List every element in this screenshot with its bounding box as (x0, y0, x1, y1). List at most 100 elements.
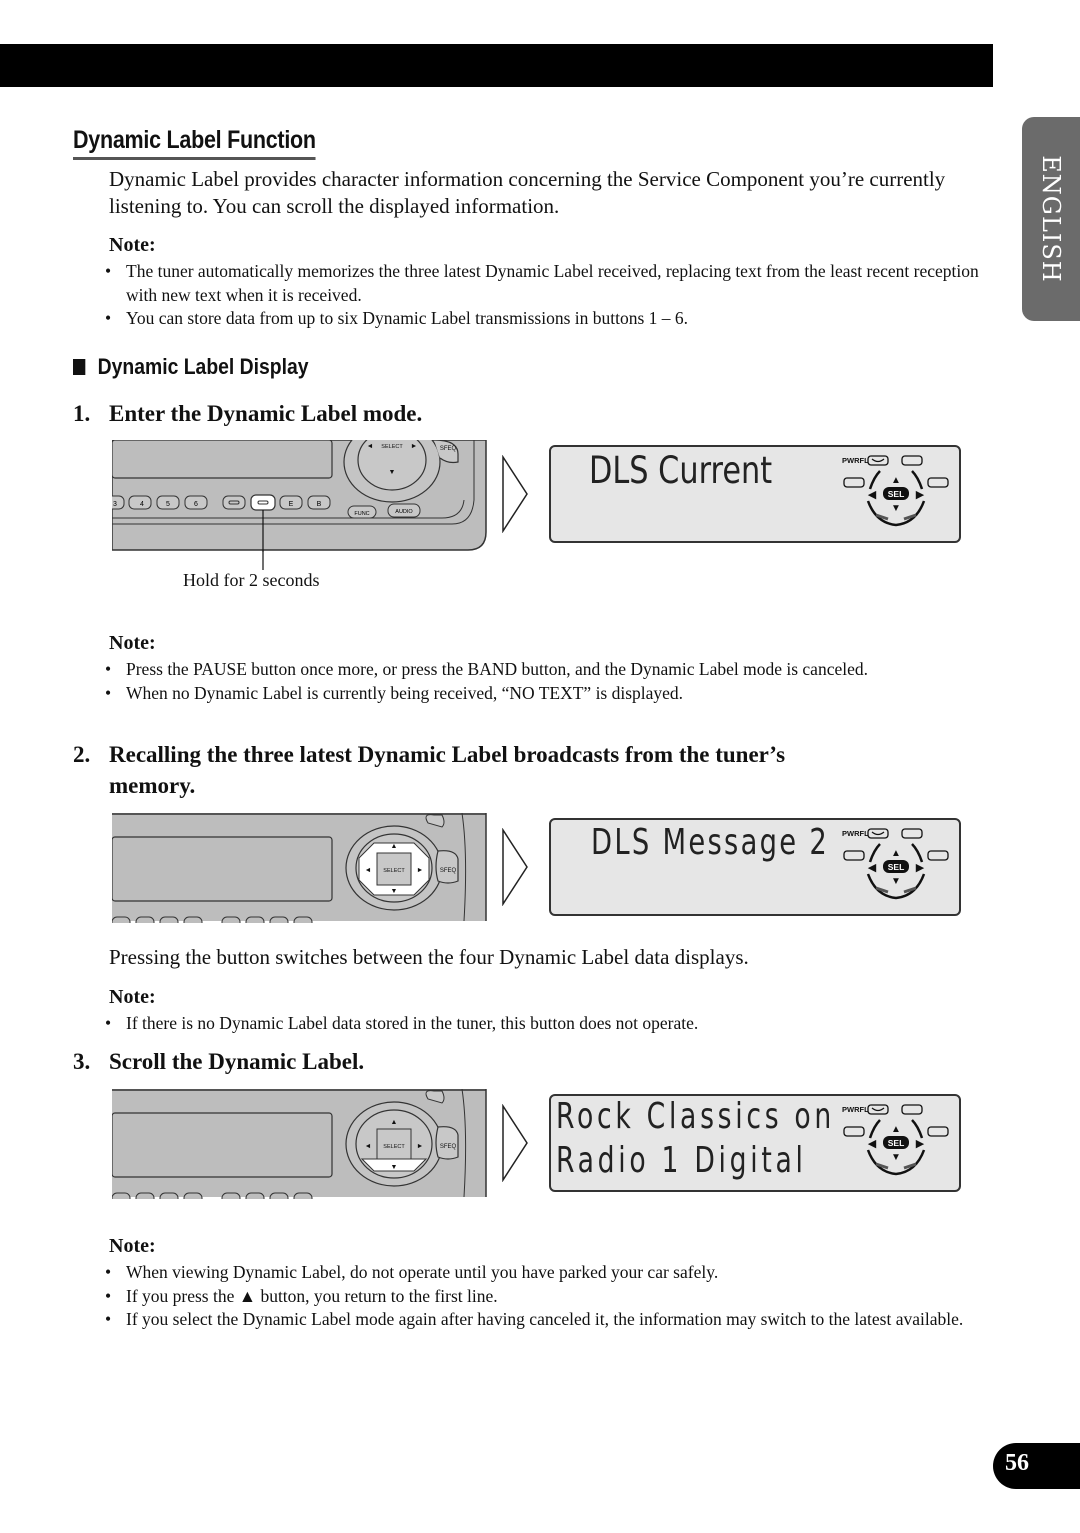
select-label: SELECT (381, 444, 403, 450)
subsection-title: Dynamic Label Display (73, 354, 309, 380)
header-bar (0, 44, 993, 87)
indicator-segment (927, 850, 949, 861)
indicator-segment (843, 477, 865, 488)
select-label: SELECT (383, 868, 405, 874)
language-tab-label: ENGLISH (1037, 155, 1065, 283)
note-block-1: Note: The tuner automatically memorizes … (105, 234, 979, 331)
pwrfl-indicator (867, 455, 889, 466)
down-arrow-icon: ▼ (391, 888, 398, 895)
e-label: E (289, 501, 294, 508)
note-title: Note: (109, 986, 156, 1008)
note-title: Note: (109, 632, 156, 654)
left-arrow-icon: ◄ (365, 867, 372, 874)
indicator-segment (927, 477, 949, 488)
step-text: Enter the Dynamic Label mode. (109, 401, 423, 426)
step-number: 2. (73, 742, 91, 767)
arrow-right-icon (502, 455, 528, 533)
pwrfl-label: PWRFL (842, 456, 869, 465)
sel-label: SEL (888, 489, 905, 499)
sel-label: SEL (888, 1138, 905, 1148)
select-dial[interactable]: SELECT ▲ ◄ ► ▼ (345, 1101, 443, 1187)
note-item: The tuner automatically memorizes the th… (104, 260, 979, 307)
callout-line-ext (262, 550, 264, 570)
intro-paragraph: Dynamic Label provides character informa… (109, 167, 946, 218)
sfeq-label: SFEQ (440, 1144, 457, 1150)
step-1-title: 1. Enter the Dynamic Label mode. (73, 398, 422, 429)
note-item: If you select the Dynamic Label mode aga… (104, 1308, 979, 1332)
note-item: Press the PAUSE button once more, or pre… (104, 658, 979, 682)
head-unit-illustration-2: SELECT ▲ ◄ ► ▼ SFEQ (112, 813, 487, 923)
down-indicator-icon: ▼ (891, 1152, 901, 1163)
lcd-indicators-2: PWRFL ▲ ◀ ▶ SEL ▼ (842, 822, 952, 907)
func-label: FUNC (354, 511, 369, 517)
page-number-badge: 56 (993, 1443, 1080, 1489)
indicator-segment (901, 455, 923, 466)
note-block-3: Note: If there is no Dynamic Label data … (105, 986, 979, 1036)
indicator-segment (927, 1126, 949, 1137)
left-arrow-icon: ◄ (365, 1143, 372, 1150)
preset-label: 5 (166, 501, 170, 508)
right-arrow-icon: ► (417, 867, 424, 874)
square-bullet-icon (73, 359, 86, 375)
down-indicator-icon: ▼ (891, 503, 901, 514)
sfeq-label: SFEQ (440, 446, 457, 452)
pwrfl-indicator (867, 1104, 889, 1115)
pwrfl-label: PWRFL (842, 829, 869, 838)
note-block-2: Note: Press the PAUSE button once more, … (105, 632, 979, 705)
language-tab: ENGLISH (1022, 117, 1080, 321)
note-item: If you press the ▲ button, you return to… (104, 1285, 979, 1309)
note-title: Note: (109, 234, 156, 256)
pwrfl-indicator (867, 828, 889, 839)
b-label: B (317, 501, 322, 508)
sfeq-button[interactable] (435, 1126, 459, 1160)
step-number: 3. (73, 1049, 91, 1074)
step-text: Recalling the three latest Dynamic Label… (109, 742, 786, 767)
down-arrow-icon: ▼ (389, 469, 396, 476)
lcd-indicators-3: PWRFL ▲ ◀ ▶ SEL ▼ (842, 1098, 952, 1183)
up-arrow-icon: ▲ (391, 843, 398, 850)
arrow-right-icon (502, 828, 528, 906)
select-dial[interactable]: SELECT ▲ ◄ ► ▼ (345, 825, 443, 911)
indicator-segment (901, 828, 923, 839)
lcd-indicators-1: PWRFL ▲ ◀ ▶ SEL ▼ (842, 449, 952, 534)
right-indicator-icon: ▶ (916, 1138, 925, 1150)
left-arrow-icon: ◄ (367, 443, 374, 450)
left-indicator-icon: ◀ (868, 1138, 877, 1150)
lcd-indicator-cluster: PWRFL ▲ ◀ ▶ SEL ▼ (842, 455, 949, 527)
lcd-line: DLS Message 2 (591, 822, 830, 863)
up-indicator-icon: ▲ (891, 848, 901, 859)
note-item: When viewing Dynamic Label, do not opera… (104, 1261, 979, 1285)
step-number: 1. (73, 401, 91, 426)
right-indicator-icon: ▶ (916, 489, 925, 501)
head-unit-illustration-1: SELECT ◄ ► ▼ SFEQ 3 4 5 6 E B FUNC AUDIO (112, 440, 487, 552)
step-text-cont: memory. (109, 773, 196, 798)
step-text: Scroll the Dynamic Label. (109, 1049, 365, 1074)
indicator-segment (901, 1104, 923, 1115)
minus-button[interactable] (222, 495, 246, 510)
note-item: If there is no Dynamic Label data stored… (104, 1012, 979, 1036)
lcd-line-1: Rock Classics on (556, 1096, 836, 1137)
step-2-paragraph: Pressing the button switches between the… (109, 945, 749, 969)
up-arrow-icon: ▲ (391, 1119, 398, 1126)
indicator-segment (843, 1126, 865, 1137)
pwrfl-label: PWRFL (842, 1105, 869, 1114)
sel-label: SEL (888, 862, 905, 872)
step-3-title: 3. Scroll the Dynamic Label. (73, 1046, 364, 1077)
down-indicator-icon: ▼ (891, 876, 901, 887)
sfeq-button[interactable] (435, 850, 459, 884)
note-item: You can store data from up to six Dynami… (104, 307, 979, 331)
up-indicator-icon: ▲ (891, 475, 901, 486)
preset-label: 6 (194, 501, 198, 508)
pause-button-highlighted[interactable] (250, 494, 276, 511)
section-title: Dynamic Label Function (73, 126, 316, 160)
note-block-4: Note: When viewing Dynamic Label, do not… (105, 1235, 979, 1332)
head-unit-illustration-3: SELECT ▲ ◄ ► ▼ SFEQ (112, 1089, 487, 1199)
lcd-line: DLS Current (589, 449, 773, 492)
preset-label: 4 (140, 501, 144, 508)
arrow-right-icon (502, 1104, 528, 1182)
step-2-title: 2. Recalling the three latest Dynamic Lab… (73, 739, 953, 801)
right-arrow-icon: ► (411, 443, 418, 450)
right-arrow-icon: ► (417, 1143, 424, 1150)
lcd-line-2: Radio 1 Digital (556, 1140, 807, 1181)
audio-label: AUDIO (395, 509, 413, 515)
